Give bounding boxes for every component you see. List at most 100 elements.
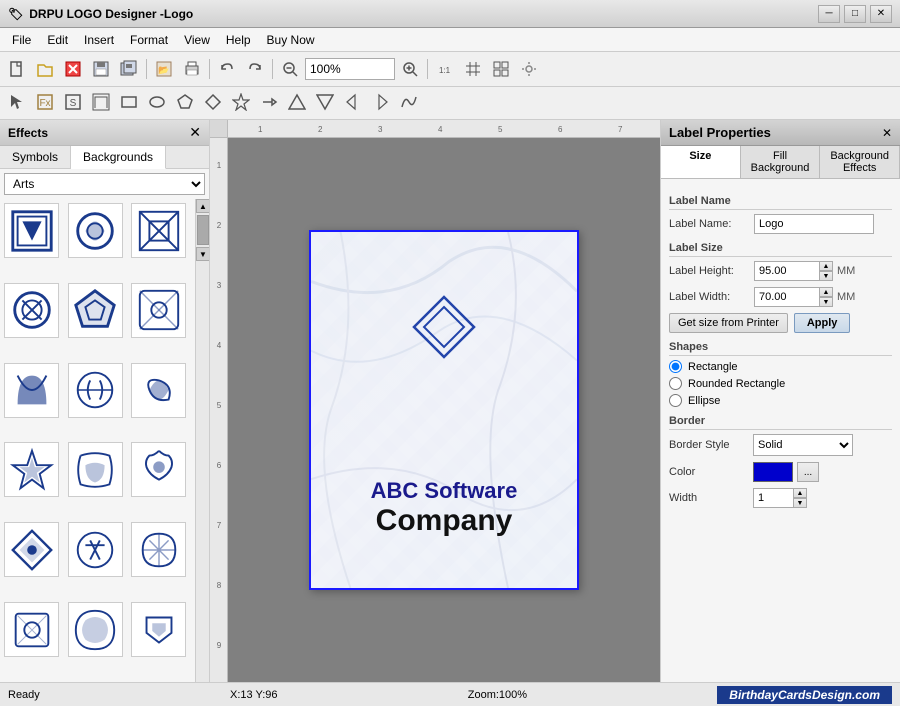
border-style-select[interactable]: Solid Dashed Dotted None: [753, 434, 853, 456]
label-properties-close[interactable]: ✕: [882, 126, 892, 140]
svg-text:5: 5: [498, 125, 503, 134]
panel-scroll-down[interactable]: ▼: [196, 247, 209, 261]
star-button[interactable]: [228, 90, 254, 114]
border-width-label: Width: [669, 492, 749, 504]
arrow-button[interactable]: [256, 90, 282, 114]
triangle-down-button[interactable]: [312, 90, 338, 114]
rp-tab-effects[interactable]: Background Effects: [820, 146, 900, 178]
svg-text:4: 4: [438, 125, 443, 134]
close-button[interactable]: ✕: [870, 5, 892, 23]
symbol-16[interactable]: [4, 602, 59, 657]
redo-button[interactable]: [242, 57, 268, 81]
tab-symbols[interactable]: Symbols: [0, 146, 71, 168]
border-color-picker-btn[interactable]: ...: [797, 462, 819, 482]
menu-insert[interactable]: Insert: [76, 29, 122, 51]
get-size-printer-button[interactable]: Get size from Printer: [669, 313, 788, 333]
label-canvas[interactable]: ABC Software Company: [309, 230, 579, 590]
tab-backgrounds[interactable]: Backgrounds: [71, 146, 166, 169]
symbol-17[interactable]: [68, 602, 123, 657]
grid2-button[interactable]: [488, 57, 514, 81]
menu-edit[interactable]: Edit: [39, 29, 76, 51]
menu-format[interactable]: Format: [122, 29, 176, 51]
scroll-thumb[interactable]: [197, 215, 209, 245]
symbol-8[interactable]: [68, 363, 123, 418]
border-width-spin-down[interactable]: ▼: [793, 498, 807, 508]
symbols-button[interactable]: S: [60, 90, 86, 114]
category-select[interactable]: Arts Business Nature Sports Technology: [4, 173, 205, 195]
shape-rounded-radio[interactable]: [669, 377, 682, 390]
shape-rectangle-radio[interactable]: [669, 360, 682, 373]
height-spin-up[interactable]: ▲: [819, 261, 833, 271]
symbol-1[interactable]: [4, 203, 59, 258]
height-spin-down[interactable]: ▼: [819, 271, 833, 281]
triangle-up-button[interactable]: [284, 90, 310, 114]
curve-button[interactable]: [396, 90, 422, 114]
symbol-7[interactable]: [4, 363, 59, 418]
undo-button[interactable]: [214, 57, 240, 81]
close-doc-button[interactable]: [60, 57, 86, 81]
menu-bar: File Edit Insert Format View Help Buy No…: [0, 28, 900, 52]
symbol-6[interactable]: [131, 283, 186, 338]
label-width-input[interactable]: [754, 287, 819, 307]
label-diamond-icon: [404, 292, 484, 365]
width-spin-up[interactable]: ▲: [819, 287, 833, 297]
open-button[interactable]: [32, 57, 58, 81]
zoom-in-button[interactable]: [397, 57, 423, 81]
svg-text:7: 7: [217, 521, 222, 530]
symbol-9[interactable]: [131, 363, 186, 418]
diamond-button[interactable]: [200, 90, 226, 114]
apply-button[interactable]: Apply: [794, 313, 851, 333]
menu-view[interactable]: View: [176, 29, 218, 51]
label-height-input[interactable]: [754, 261, 819, 281]
menu-file[interactable]: File: [4, 29, 39, 51]
rect-button[interactable]: [116, 90, 142, 114]
print-button[interactable]: [179, 57, 205, 81]
save-button[interactable]: [88, 57, 114, 81]
import-button[interactable]: 📂: [151, 57, 177, 81]
rp-tab-size[interactable]: Size: [661, 146, 741, 178]
effects-button[interactable]: Fx: [32, 90, 58, 114]
label-name-input[interactable]: [754, 214, 874, 234]
symbol-12[interactable]: [131, 442, 186, 497]
label-company-line2: Company: [311, 504, 577, 538]
minimize-button[interactable]: ─: [818, 5, 840, 23]
symbol-15[interactable]: [131, 522, 186, 577]
zoom-out-button[interactable]: [277, 57, 303, 81]
symbol-5[interactable]: [68, 283, 123, 338]
symbol-2[interactable]: [68, 203, 123, 258]
symbol-3[interactable]: [131, 203, 186, 258]
panel-dropdown: Arts Business Nature Sports Technology: [4, 173, 205, 195]
status-ready: Ready: [8, 689, 40, 701]
polygon-button[interactable]: [172, 90, 198, 114]
grid-button[interactable]: [460, 57, 486, 81]
new-button[interactable]: [4, 57, 30, 81]
menu-help[interactable]: Help: [218, 29, 259, 51]
text-button[interactable]: [88, 90, 114, 114]
actual-size-button[interactable]: 1:1: [432, 57, 458, 81]
rp-tab-fill[interactable]: Fill Background: [741, 146, 821, 178]
symbol-13[interactable]: [4, 522, 59, 577]
arrow-right-button[interactable]: [340, 90, 366, 114]
panel-scroll-up[interactable]: ▲: [196, 199, 209, 213]
symbol-10[interactable]: [4, 442, 59, 497]
symbol-18[interactable]: [131, 602, 186, 657]
shape-ellipse-radio[interactable]: [669, 394, 682, 407]
border-width-spin-up[interactable]: ▲: [793, 488, 807, 498]
symbol-4[interactable]: [4, 283, 59, 338]
width-spin-down[interactable]: ▼: [819, 297, 833, 307]
ellipse-button[interactable]: [144, 90, 170, 114]
select-button[interactable]: [4, 90, 30, 114]
properties-button[interactable]: [516, 57, 542, 81]
border-color-swatch[interactable]: [753, 462, 793, 482]
save-all-button[interactable]: [116, 57, 142, 81]
border-width-input[interactable]: [753, 488, 793, 508]
maximize-button[interactable]: □: [844, 5, 866, 23]
symbol-11[interactable]: [68, 442, 123, 497]
arrow-left-button[interactable]: [368, 90, 394, 114]
effects-panel-close[interactable]: ✕: [189, 124, 201, 141]
panel-scroll-track: ▲ ▼: [195, 199, 209, 682]
symbol-14[interactable]: [68, 522, 123, 577]
svg-text:4: 4: [217, 341, 222, 350]
zoom-display: 100%: [305, 58, 395, 80]
menu-buynow[interactable]: Buy Now: [259, 29, 323, 51]
